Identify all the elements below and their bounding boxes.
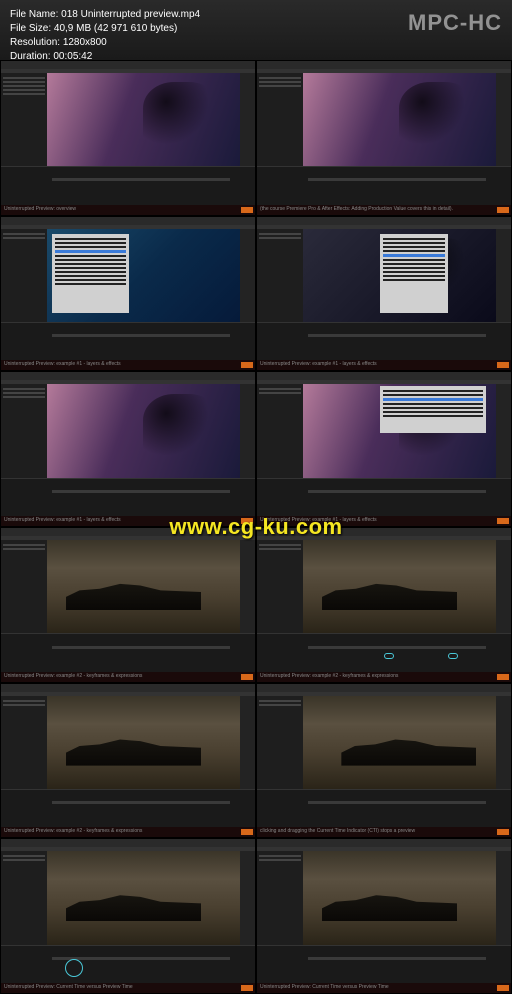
- thumbnail-11[interactable]: Uninterrupted Preview: Current Time vers…: [0, 838, 256, 994]
- filename-value: 018 Uninterrupted preview.mp4: [61, 9, 200, 20]
- caption-4: Uninterrupted Preview: example #1 - laye…: [257, 360, 511, 370]
- caption-10: clicking and dragging the Current Time I…: [257, 827, 511, 837]
- filename-label: File Name:: [10, 9, 58, 20]
- caption-12: Uninterrupted Preview: Current Time vers…: [257, 983, 511, 993]
- thumbnail-2[interactable]: (the course Premiere Pro & After Effects…: [256, 60, 512, 216]
- app-logo: MPC-HC: [408, 10, 502, 36]
- header: MPC-HC File Name: 018 Uninterrupted prev…: [0, 0, 512, 60]
- filesize-value: 40,9 MB (42 971 610 bytes): [54, 23, 177, 34]
- thumbnail-8[interactable]: Uninterrupted Preview: example #2 - keyf…: [256, 527, 512, 683]
- thumbnail-5[interactable]: Uninterrupted Preview: example #1 - laye…: [0, 371, 256, 527]
- thumbnail-6[interactable]: Uninterrupted Preview: example #1 - laye…: [256, 371, 512, 527]
- thumbnail-4[interactable]: Uninterrupted Preview: example #1 - laye…: [256, 216, 512, 372]
- caption-2: (the course Premiere Pro & After Effects…: [257, 205, 511, 215]
- caption-11: Uninterrupted Preview: Current Time vers…: [1, 983, 255, 993]
- caption-7: Uninterrupted Preview: example #2 - keyf…: [1, 672, 255, 682]
- resolution-label: Resolution:: [10, 37, 60, 48]
- caption-9: Uninterrupted Preview: example #2 - keyf…: [1, 827, 255, 837]
- thumbnail-7[interactable]: Uninterrupted Preview: example #2 - keyf…: [0, 527, 256, 683]
- thumbnail-1[interactable]: Uninterrupted Preview: overview: [0, 60, 256, 216]
- watermark: www.cg-ku.com: [169, 514, 342, 540]
- thumbnail-9[interactable]: Uninterrupted Preview: example #2 - keyf…: [0, 683, 256, 839]
- caption-3: Uninterrupted Preview: example #1 - laye…: [1, 360, 255, 370]
- resolution-value: 1280x800: [63, 37, 107, 48]
- thumbnail-12[interactable]: Uninterrupted Preview: Current Time vers…: [256, 838, 512, 994]
- thumbnail-3[interactable]: Uninterrupted Preview: example #1 - laye…: [0, 216, 256, 372]
- thumbnail-10[interactable]: clicking and dragging the Current Time I…: [256, 683, 512, 839]
- thumbnail-grid: www.cg-ku.com Uninterrupted Preview: ove…: [0, 60, 512, 994]
- caption-8: Uninterrupted Preview: example #2 - keyf…: [257, 672, 511, 682]
- caption-1: Uninterrupted Preview: overview: [1, 205, 255, 215]
- filesize-label: File Size:: [10, 23, 51, 34]
